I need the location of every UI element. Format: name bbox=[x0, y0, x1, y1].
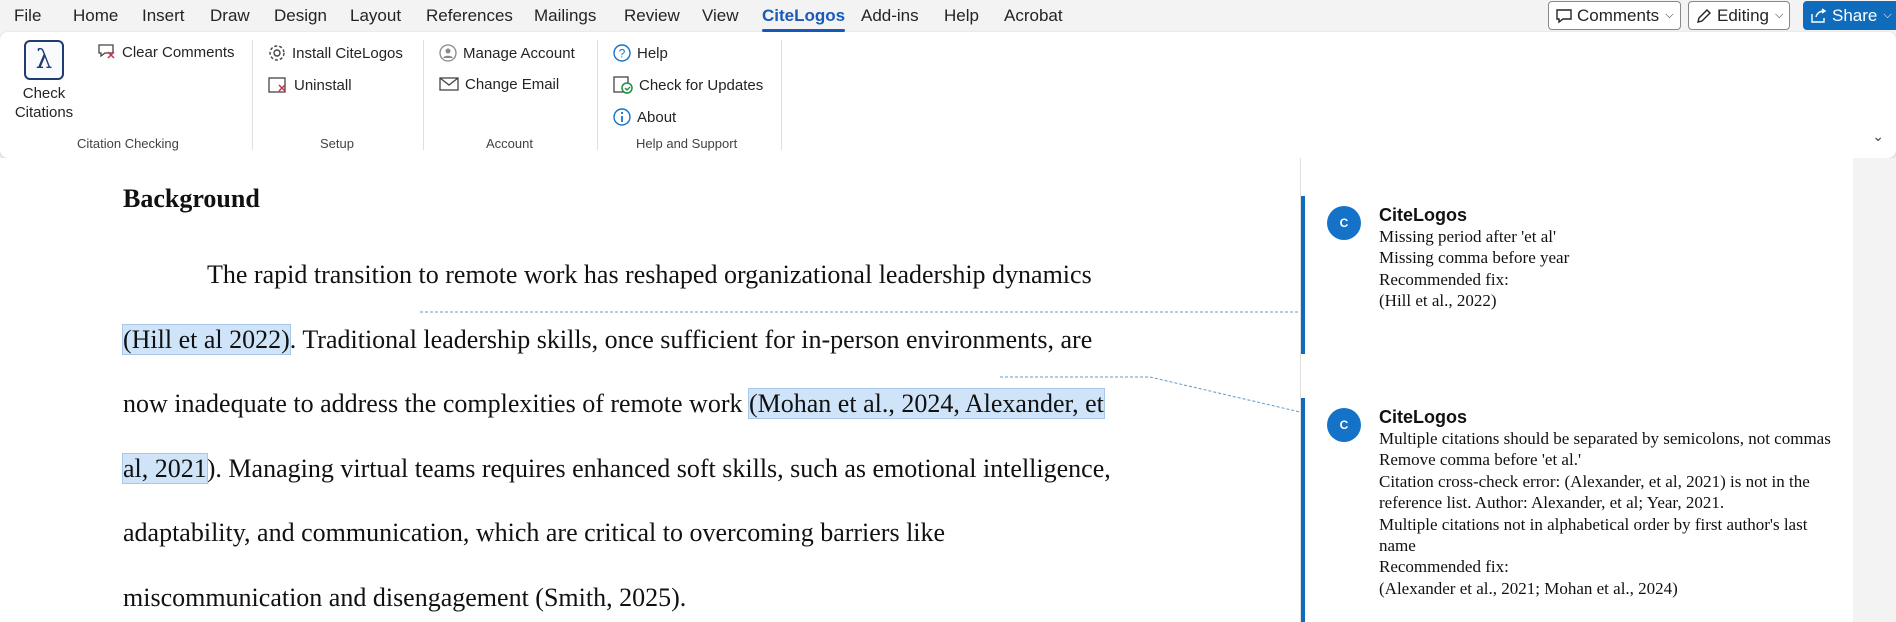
chevron-down-icon: ⌵ bbox=[1774, 9, 1784, 21]
lambda-icon: λ bbox=[24, 40, 64, 80]
comment-line: Recommended fix: bbox=[1379, 557, 1509, 577]
section-heading: Background bbox=[123, 184, 260, 213]
tab-add-ins[interactable]: Add-ins bbox=[861, 6, 919, 26]
editing-label: Editing bbox=[1717, 5, 1769, 25]
tab-citelogos[interactable]: CiteLogos bbox=[762, 6, 846, 32]
install-label: Install CiteLogos bbox=[292, 44, 403, 62]
clear-comments-button[interactable]: Clear Comments bbox=[97, 43, 235, 61]
tab-file[interactable]: File bbox=[14, 6, 41, 26]
tab-design[interactable]: Design bbox=[274, 6, 327, 26]
comments-label: Comments bbox=[1577, 5, 1660, 25]
ribbon-divider bbox=[423, 40, 424, 150]
help-button[interactable]: ? Help bbox=[612, 43, 668, 63]
check-citations-button[interactable]: λ Check Citations bbox=[12, 40, 76, 122]
person-icon bbox=[439, 44, 457, 62]
group-label-help-support: Help and Support bbox=[636, 136, 738, 151]
tab-draw[interactable]: Draw bbox=[210, 6, 250, 26]
ribbon-divider bbox=[597, 40, 598, 150]
question-icon: ? bbox=[613, 44, 631, 62]
change-email-label: Change Email bbox=[465, 75, 560, 93]
paragraph-text: ). Managing virtual teams requires enhan… bbox=[123, 453, 1111, 612]
avatar: C bbox=[1327, 206, 1361, 240]
scroll-gutter[interactable] bbox=[1853, 158, 1896, 622]
tab-acrobat[interactable]: Acrobat bbox=[1004, 6, 1063, 26]
tab-review[interactable]: Review bbox=[624, 6, 680, 26]
group-label-citation-checking: Citation Checking bbox=[77, 136, 179, 151]
tab-mailings[interactable]: Mailings bbox=[534, 6, 596, 26]
gear-icon bbox=[269, 45, 285, 61]
uninstall-label: Uninstall bbox=[294, 76, 352, 94]
tab-insert[interactable]: Insert bbox=[142, 6, 185, 26]
comment-line: Multiple citations should be separated b… bbox=[1379, 429, 1831, 448]
about-button[interactable]: About bbox=[612, 107, 676, 127]
comment-icon bbox=[1556, 8, 1572, 23]
avatar: C bbox=[1327, 408, 1361, 442]
check-updates-label: Check for Updates bbox=[639, 76, 764, 94]
comment-line: Recommended fix: bbox=[1379, 269, 1509, 289]
tab-layout[interactable]: Layout bbox=[350, 6, 401, 26]
svg-text:?: ? bbox=[619, 47, 626, 61]
comment-author: CiteLogos bbox=[1379, 407, 1467, 427]
check-citations-label: Check Citations bbox=[14, 85, 74, 121]
manage-account-label: Manage Account bbox=[463, 44, 575, 62]
pencil-icon bbox=[1697, 8, 1711, 23]
uninstall-icon bbox=[268, 77, 286, 93]
comment-line: Remove comma before 'et al.' bbox=[1379, 450, 1582, 470]
about-label: About bbox=[637, 108, 677, 126]
tab-references[interactable]: References bbox=[426, 6, 513, 26]
paragraph-text: The rapid transition to remote work has … bbox=[207, 260, 1092, 289]
comments-pane: C CiteLogos Missing period after 'et al'… bbox=[1300, 158, 1853, 622]
envelope-icon bbox=[439, 77, 459, 91]
help-label: Help bbox=[637, 44, 668, 62]
chevron-down-icon: ⌵ bbox=[1665, 9, 1674, 21]
document-page[interactable]: Background The rapid transition to remot… bbox=[0, 158, 1300, 622]
menu-bar: File Home Insert Draw Design Layout Refe… bbox=[0, 0, 1896, 32]
chevron-down-icon: ⌵ bbox=[1883, 9, 1892, 21]
share-label: Share bbox=[1832, 5, 1878, 25]
ribbon-divider bbox=[252, 40, 253, 150]
check-updates-button[interactable]: Check for Updates bbox=[612, 75, 763, 95]
tab-view[interactable]: View bbox=[702, 6, 739, 26]
info-icon bbox=[613, 108, 631, 126]
share-icon bbox=[1811, 7, 1827, 23]
comment-line: Multiple citations not in alphabetical o… bbox=[1379, 514, 1808, 556]
tab-help[interactable]: Help bbox=[944, 6, 979, 26]
comment-line: (Hill et al., 2022) bbox=[1379, 291, 1497, 311]
clear-comments-icon bbox=[98, 44, 115, 59]
citation-highlight[interactable]: (Hill et al 2022) bbox=[122, 323, 291, 355]
install-citelogos-button[interactable]: Install CiteLogos bbox=[267, 43, 403, 63]
comment-line: Citation cross-check error: (Alexander, … bbox=[1379, 471, 1810, 513]
collapse-ribbon-icon[interactable]: ⌄ bbox=[1872, 128, 1884, 145]
comment-line: Missing period after 'et al' bbox=[1379, 227, 1557, 246]
uninstall-button[interactable]: Uninstall bbox=[267, 75, 352, 95]
ribbon-divider bbox=[781, 40, 782, 150]
ribbon: λ Check Citations Clear Comments Citatio… bbox=[0, 32, 1896, 158]
clear-comments-label: Clear Comments bbox=[122, 43, 235, 61]
change-email-button[interactable]: Change Email bbox=[438, 75, 559, 93]
tab-home[interactable]: Home bbox=[73, 6, 118, 26]
comment-line: Missing comma before year bbox=[1379, 248, 1570, 268]
editing-button[interactable]: Editing ⌵ bbox=[1688, 1, 1791, 30]
update-icon bbox=[613, 76, 633, 94]
comment-active-bar bbox=[1301, 398, 1305, 622]
group-label-account: Account bbox=[486, 136, 533, 151]
comment-author: CiteLogos bbox=[1379, 205, 1467, 225]
comment-line: (Alexander et al., 2021; Mohan et al., 2… bbox=[1379, 578, 1678, 598]
group-label-setup: Setup bbox=[320, 136, 354, 151]
manage-account-button[interactable]: Manage Account bbox=[438, 43, 575, 63]
comment-active-bar bbox=[1301, 196, 1305, 354]
share-button[interactable]: Share ⌵ bbox=[1803, 1, 1896, 30]
comments-button[interactable]: Comments ⌵ bbox=[1548, 1, 1681, 30]
body-paragraph[interactable]: The rapid transition to remote work has … bbox=[122, 243, 1133, 622]
